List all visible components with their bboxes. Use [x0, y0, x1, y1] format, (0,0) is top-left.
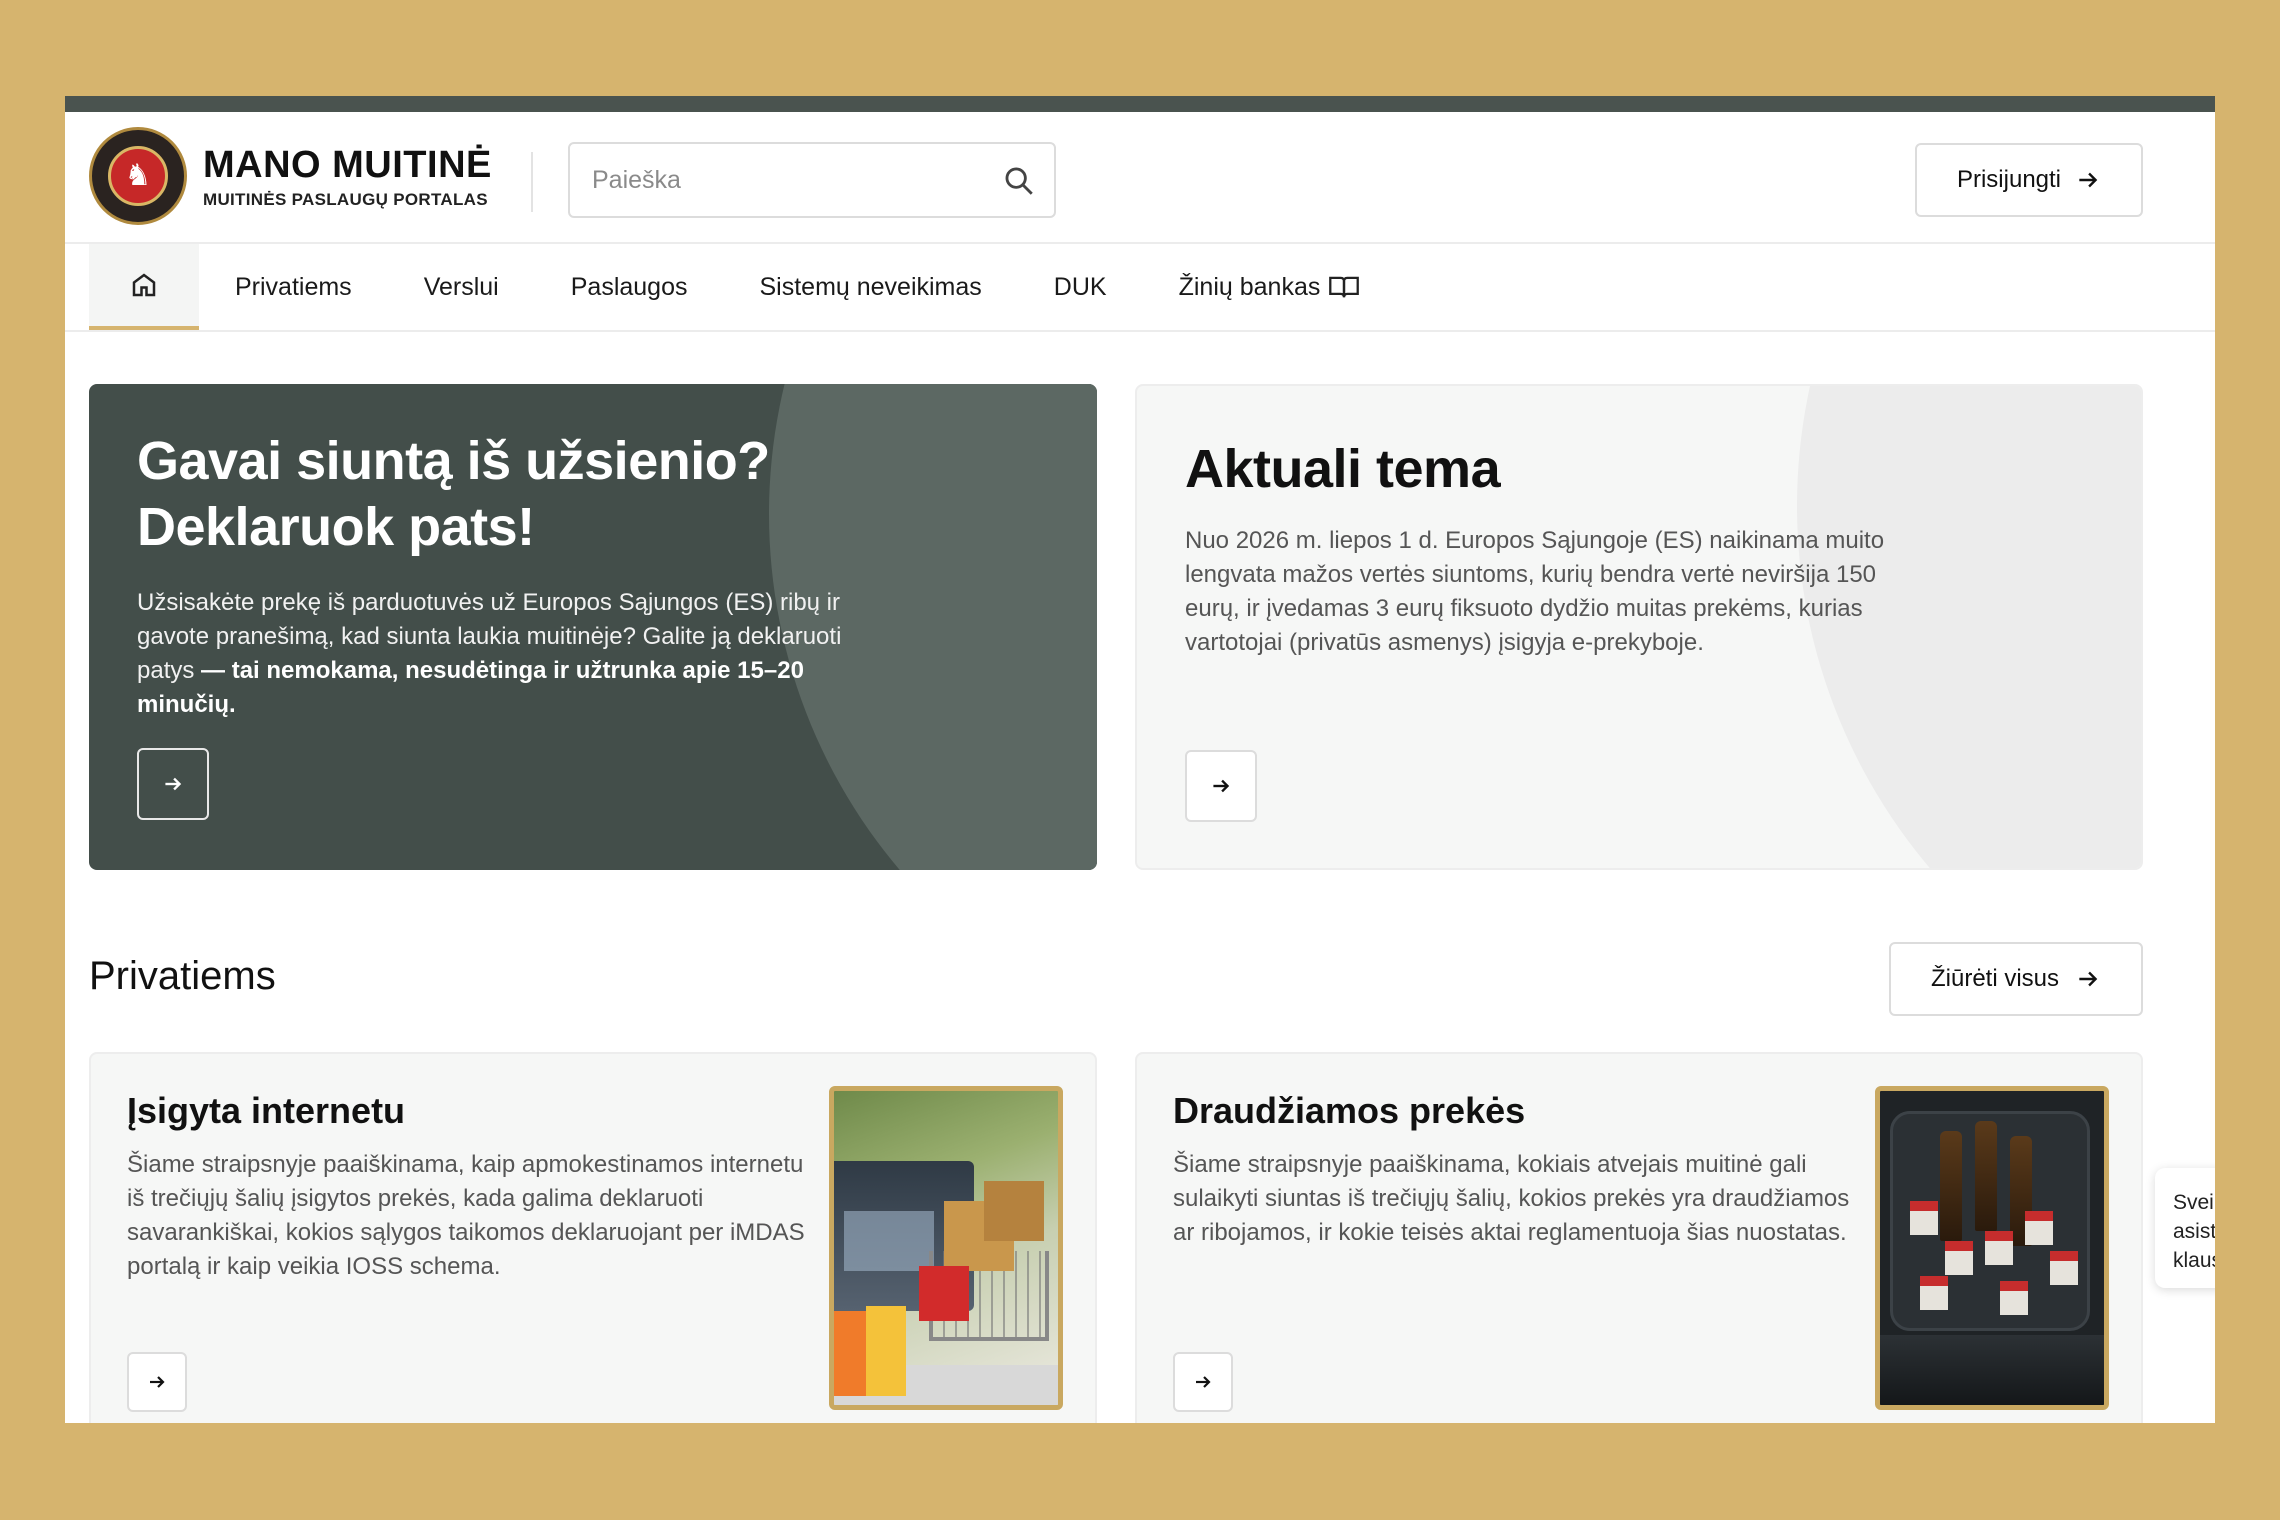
browser-page: ♞ MANO MUITINĖ MUITINĖS PASLAUGŲ PORTALA… [65, 96, 2215, 1423]
hero-arrow-button[interactable] [137, 748, 209, 820]
card-text: Šiame straipsnyje paaiškinama, kokiais a… [1173, 1151, 1850, 1246]
topic-arrow-button[interactable] [1185, 750, 1257, 822]
hero-title: Gavai siuntą iš užsienio? Deklaruok pats… [137, 431, 770, 557]
chat-assistant-bubble[interactable]: Sveiki, es asistentas klausimą. [2155, 1168, 2215, 1288]
arrow-right-icon [2079, 172, 2098, 188]
nav-item-paslaugos[interactable]: Paslaugos [535, 244, 724, 330]
login-label: Prisijungti [1956, 166, 2062, 193]
brand-title: MANO MUITINĖ [203, 144, 492, 186]
customs-seal-icon[interactable]: ♞ [89, 127, 187, 225]
arrow-right-icon [1196, 1376, 1211, 1388]
card-arrow-button[interactable] [127, 1352, 187, 1412]
top-bar [65, 96, 2215, 112]
card-isigyta-internetu[interactable]: Įsigyta internetu Šiame straipsnyje paai… [89, 1052, 1097, 1423]
brand-subtitle: MUITINĖS PASLAUGŲ PORTALAS [203, 190, 488, 209]
topic-title: Aktuali tema [1185, 439, 1501, 499]
arrow-right-icon [2079, 971, 2098, 987]
book-icon [1329, 276, 1360, 298]
search-input[interactable] [592, 144, 992, 216]
card-title: Draudžiamos prekės [1173, 1090, 1526, 1131]
main-nav: Privatiems Verslui Paslaugos Sistemų nev… [65, 244, 2215, 332]
header-divider [531, 152, 533, 212]
arrow-right-icon [165, 777, 182, 791]
card-text: Šiame straipsnyje paaiškinama, kaip apmo… [127, 1151, 805, 1280]
card-draudziamos-prekes[interactable]: Draudžiamos prekės Šiame straipsnyje paa… [1135, 1052, 2143, 1423]
card-title: Įsigyta internetu [127, 1090, 406, 1131]
section-title: Privatiems [89, 954, 276, 998]
search-box[interactable] [568, 142, 1056, 218]
car-trunk-image [1875, 1086, 2109, 1410]
hero-declare-card: Gavai siuntą iš užsienio? Deklaruok pats… [89, 384, 1097, 870]
shopping-cart-image [829, 1086, 1063, 1410]
search-icon[interactable] [1002, 164, 1036, 198]
nav-item-privatiems[interactable]: Privatiems [199, 244, 388, 330]
hero-text: Užsisakėte prekę iš parduotuvės už Europ… [137, 589, 842, 718]
arrow-right-icon [1213, 779, 1230, 793]
nav-item-verslui[interactable]: Verslui [388, 244, 535, 330]
brand[interactable]: MANO MUITINĖ MUITINĖS PASLAUGŲ PORTALAS [203, 146, 492, 210]
site-header: ♞ MANO MUITINĖ MUITINĖS PASLAUGŲ PORTALA… [65, 112, 2215, 244]
topic-card: Aktuali tema Nuo 2026 m. liepos 1 d. Eur… [1135, 384, 2143, 870]
nav-item-sistemu-neveikimas[interactable]: Sistemų neveikimas [723, 244, 1017, 330]
card-arrow-button[interactable] [1173, 1352, 1233, 1412]
nav-item-ziniu-bankas[interactable]: Žinių bankas [1143, 244, 1397, 330]
nav-home[interactable] [89, 244, 199, 330]
home-icon [132, 273, 156, 297]
nav-item-duk[interactable]: DUK [1018, 244, 1143, 330]
see-all-label: Žiūrėti visus [1930, 965, 2060, 992]
topic-text: Nuo 2026 m. liepos 1 d. Europos Sąjungoj… [1185, 527, 1885, 656]
see-all-button[interactable]: Žiūrėti visus [1889, 942, 2143, 1016]
login-button[interactable]: Prisijungti [1915, 143, 2143, 217]
arrow-right-icon [150, 1376, 165, 1388]
